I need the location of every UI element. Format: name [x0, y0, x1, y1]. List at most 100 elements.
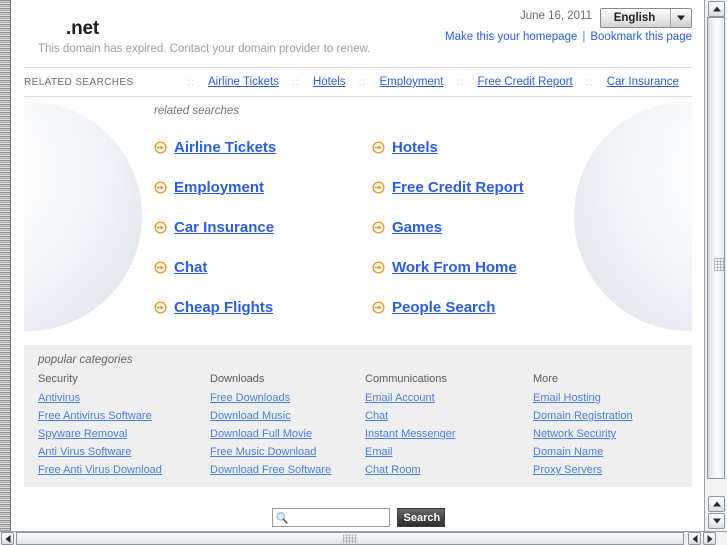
category-column-heading: Security: [38, 373, 78, 385]
category-link[interactable]: Free Music Download: [210, 446, 365, 458]
popular-categories-panel: popular categories Security Antivirus Free…: [24, 345, 692, 487]
related-search-link[interactable]: Hotels: [392, 139, 438, 156]
related-search-link[interactable]: Games: [392, 219, 442, 236]
scrollbar-grip: [714, 258, 724, 271]
related-search-link[interactable]: Car Insurance: [174, 219, 274, 236]
related-search-link[interactable]: Employment: [174, 179, 264, 196]
header-link-group: Make this your homepage | Bookmark this pa…: [445, 31, 692, 43]
related-search-link[interactable]: Cheap Flights: [174, 299, 273, 316]
bookmark-page-link[interactable]: Bookmark this page: [590, 31, 692, 43]
page-viewport: .net This domain has expired. Contact yo…: [12, 0, 704, 531]
category-link[interactable]: Instant Messenger: [365, 428, 533, 440]
related-searches-strip: RELATED SEARCHES :: Airline Tickets:: Hote…: [24, 68, 692, 97]
category-link[interactable]: Free Anti Virus Download: [38, 464, 210, 476]
page-title: .net: [66, 18, 99, 39]
related-searches-separator: ::: [456, 76, 465, 88]
related-searches-list: Airline Tickets Hotels Employment Free Cred…: [154, 127, 584, 327]
scroll-up-button[interactable]: [708, 1, 725, 17]
scroll-up-button-secondary[interactable]: [708, 496, 725, 512]
vertical-scrollbar-thumb[interactable]: [707, 17, 725, 479]
arrow-right-circle-icon: [154, 300, 167, 314]
category-link[interactable]: Download Free Software: [210, 464, 365, 476]
parked-domain-page: .net This domain has expired. Contact yo…: [12, 0, 704, 531]
search-icon: [276, 511, 288, 524]
arrow-right-circle-icon: [154, 220, 167, 234]
category-column-heading: Downloads: [210, 373, 265, 385]
related-search-strip-link[interactable]: Airline Tickets: [208, 76, 279, 88]
scroll-left-button-secondary[interactable]: [688, 532, 701, 545]
category-link[interactable]: Anti Virus Software: [38, 446, 210, 458]
related-search-item[interactable]: Employment: [154, 167, 372, 207]
horizontal-scrollbar[interactable]: [0, 531, 727, 545]
category-link[interactable]: Free Antivirus Software: [38, 410, 210, 422]
arrow-right-circle-icon: [372, 180, 385, 194]
category-column-heading: More: [533, 373, 559, 385]
popular-categories-caption: popular categories: [38, 354, 133, 366]
arrow-right-circle-icon: [372, 260, 385, 274]
current-date-label: June 16, 2011: [519, 10, 592, 22]
related-searches-separator: ::: [292, 76, 300, 88]
category-link[interactable]: Spyware Removal: [38, 428, 210, 440]
related-search-item[interactable]: People Search: [372, 287, 584, 327]
make-homepage-link[interactable]: Make this your homepage: [445, 31, 577, 43]
related-search-item[interactable]: Work From Home: [372, 247, 584, 287]
related-search-item[interactable]: Chat: [154, 247, 372, 287]
related-searches-separator: ::: [585, 76, 594, 88]
category-link[interactable]: Email Account: [365, 392, 533, 404]
search-field-wrapper[interactable]: [271, 508, 390, 527]
related-search-strip-link[interactable]: Hotels: [313, 76, 346, 88]
arrow-right-circle-icon: [372, 300, 385, 314]
chevron-down-icon[interactable]: [670, 9, 691, 27]
category-link[interactable]: Free Downloads: [210, 392, 365, 404]
related-search-link[interactable]: Work From Home: [392, 259, 517, 276]
related-search-strip-link[interactable]: Car Insurance: [607, 76, 679, 88]
related-search-link[interactable]: Free Credit Report: [392, 179, 524, 196]
related-search-strip-link[interactable]: Free Credit Report: [477, 76, 572, 88]
related-search-link[interactable]: Airline Tickets: [174, 139, 276, 156]
language-select-value: English: [613, 12, 656, 24]
horizontal-scrollbar-thumb[interactable]: [16, 532, 684, 545]
scroll-down-button[interactable]: [708, 513, 725, 529]
category-link[interactable]: Domain Registration: [533, 410, 682, 422]
related-searches-separator: ::: [187, 76, 195, 88]
page-header: .net This domain has expired. Contact yo…: [24, 0, 692, 68]
arrow-right-circle-icon: [154, 180, 167, 194]
related-search-link[interactable]: Chat: [174, 259, 207, 276]
category-link[interactable]: Proxy Servers: [533, 464, 682, 476]
category-link[interactable]: Email Hosting: [533, 392, 682, 404]
arrow-right-circle-icon: [372, 220, 385, 234]
related-searches-separator: ::: [358, 76, 367, 88]
related-search-item[interactable]: Airline Tickets: [154, 127, 372, 167]
category-link[interactable]: Chat Room: [365, 464, 533, 476]
category-link[interactable]: Chat: [365, 410, 533, 422]
related-search-item[interactable]: Cheap Flights: [154, 287, 372, 327]
related-search-strip-link[interactable]: Employment: [380, 76, 444, 88]
language-select[interactable]: English: [600, 8, 692, 28]
category-link[interactable]: Download Music: [210, 410, 365, 422]
category-link[interactable]: Domain Name: [533, 446, 682, 458]
related-searches-hero: related searches Airline Tickets Hotels Em…: [24, 97, 692, 339]
decorative-sphere-left: [24, 101, 142, 331]
related-search-link[interactable]: People Search: [392, 299, 495, 316]
scrollbar-grip-horizontal: [343, 534, 357, 543]
search-input[interactable]: [288, 510, 389, 525]
category-link[interactable]: Antivirus: [38, 392, 210, 404]
category-link[interactable]: Email: [365, 446, 533, 458]
category-column: Communications Email Account Chat Instant M…: [365, 373, 533, 482]
hero-caption: related searches: [154, 105, 240, 117]
search-button[interactable]: Search: [396, 508, 445, 527]
arrow-right-circle-icon: [154, 140, 167, 154]
scroll-left-button[interactable]: [1, 532, 14, 545]
category-link[interactable]: Network Security: [533, 428, 682, 440]
decorative-sphere-right: [574, 101, 692, 331]
browser-window: .net This domain has expired. Contact yo…: [0, 0, 727, 545]
arrow-right-circle-icon: [372, 140, 385, 154]
related-search-item[interactable]: Free Credit Report: [372, 167, 584, 207]
related-search-item[interactable]: Hotels: [372, 127, 584, 167]
related-search-item[interactable]: Car Insurance: [154, 207, 372, 247]
scroll-right-button[interactable]: [703, 532, 716, 545]
popular-categories-grid: Security Antivirus Free Antivirus Software…: [38, 373, 682, 482]
related-search-item[interactable]: Games: [372, 207, 584, 247]
vertical-scrollbar[interactable]: [704, 0, 727, 531]
category-link[interactable]: Download Full Movie: [210, 428, 365, 440]
